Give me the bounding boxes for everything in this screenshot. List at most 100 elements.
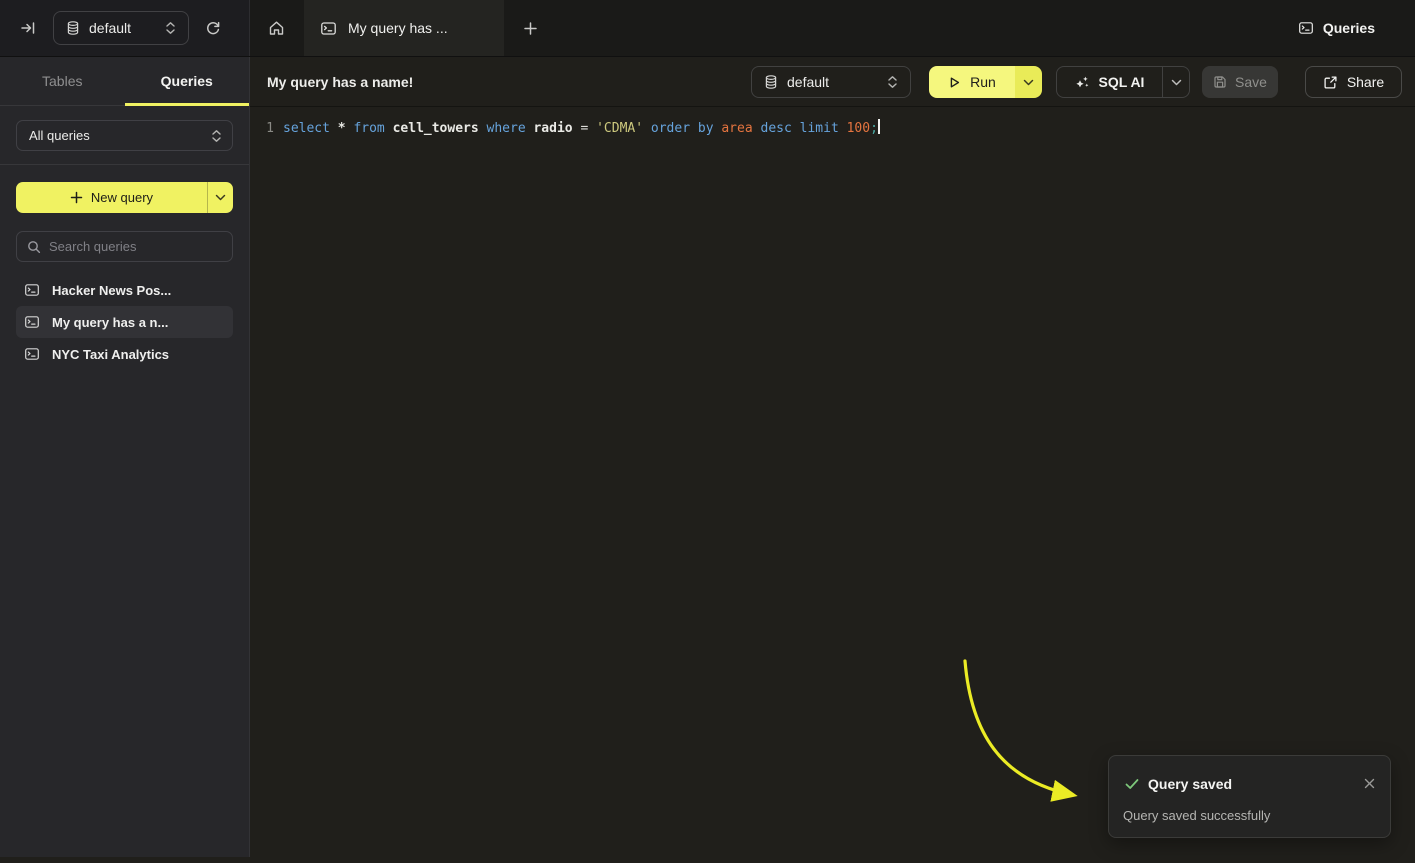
sql-editor[interactable]: 1 select * from cell_towers where radio … bbox=[250, 107, 1415, 139]
terminal-icon bbox=[24, 282, 40, 298]
run-label: Run bbox=[970, 74, 996, 90]
code-token bbox=[792, 121, 800, 136]
sql-ai-button-group: SQL AI bbox=[1056, 66, 1190, 98]
query-list-item-selected[interactable]: My query has a n... bbox=[16, 306, 233, 338]
code-token: * bbox=[338, 121, 346, 136]
save-label: Save bbox=[1235, 74, 1267, 90]
code-token: from bbox=[353, 121, 384, 136]
toast-title: Query saved bbox=[1148, 776, 1232, 792]
sql-ai-label: SQL AI bbox=[1099, 74, 1145, 90]
code-token bbox=[839, 121, 847, 136]
line-number: 1 bbox=[265, 118, 274, 139]
refresh-icon[interactable] bbox=[197, 12, 229, 44]
query-item-label: NYC Taxi Analytics bbox=[52, 347, 169, 362]
code-token bbox=[330, 121, 338, 136]
code-token bbox=[385, 121, 393, 136]
query-list-item[interactable]: NYC Taxi Analytics bbox=[16, 338, 233, 370]
share-button[interactable]: Share bbox=[1305, 66, 1402, 98]
search-queries-box bbox=[16, 231, 233, 262]
code-token: ; bbox=[870, 121, 878, 136]
toast-query-saved: Query saved Query saved successfully bbox=[1108, 755, 1391, 838]
queries-indicator[interactable]: Queries bbox=[1298, 0, 1375, 56]
home-icon[interactable] bbox=[260, 12, 292, 44]
updown-chevron-icon bbox=[887, 75, 898, 89]
code-token: limit bbox=[800, 121, 839, 136]
collapse-sidebar-icon[interactable] bbox=[12, 12, 44, 44]
search-icon bbox=[27, 240, 41, 254]
share-icon bbox=[1323, 75, 1338, 90]
database-icon bbox=[66, 21, 80, 35]
queries-indicator-label: Queries bbox=[1323, 20, 1375, 36]
new-query-button[interactable]: New query bbox=[16, 182, 233, 213]
query-database-selector[interactable]: default bbox=[751, 66, 911, 98]
sql-ai-dropdown[interactable] bbox=[1162, 67, 1189, 97]
sidebar-tab-tables[interactable]: Tables bbox=[0, 57, 125, 105]
play-icon bbox=[948, 76, 961, 89]
topbar-right: My query has ... Queries bbox=[250, 0, 1415, 56]
code-line: select * from cell_towers where radio = … bbox=[283, 118, 880, 139]
run-dropdown[interactable] bbox=[1015, 66, 1042, 98]
toast-message: Query saved successfully bbox=[1123, 808, 1270, 823]
code-token: where bbox=[487, 121, 526, 136]
new-query-label: New query bbox=[91, 190, 153, 205]
share-label: Share bbox=[1347, 74, 1384, 90]
save-button[interactable]: Save bbox=[1202, 66, 1278, 98]
run-button[interactable]: Run bbox=[929, 66, 1015, 98]
save-icon bbox=[1213, 75, 1227, 89]
query-list: Hacker News Pos... My query has a n... N… bbox=[0, 274, 249, 370]
sql-ai-button[interactable]: SQL AI bbox=[1057, 67, 1162, 97]
topbar-left: default bbox=[0, 0, 250, 56]
code-token: area bbox=[721, 121, 752, 136]
new-tab-icon[interactable] bbox=[514, 12, 546, 44]
code-token bbox=[753, 121, 761, 136]
tab-my-query[interactable]: My query has ... bbox=[304, 0, 504, 56]
database-selector-value: default bbox=[89, 20, 156, 36]
query-toolbar: My query has a name! default bbox=[250, 57, 1415, 107]
database-icon bbox=[764, 75, 778, 89]
query-filter-select[interactable]: All queries bbox=[16, 120, 233, 151]
plus-icon bbox=[70, 191, 83, 204]
sidebar: Tables Queries All queries New query bbox=[0, 57, 250, 857]
terminal-icon bbox=[320, 20, 337, 37]
code-token: desc bbox=[761, 121, 792, 136]
code-token bbox=[643, 121, 651, 136]
run-button-group: Run bbox=[929, 66, 1042, 98]
code-token: 100 bbox=[847, 121, 870, 136]
check-icon bbox=[1124, 776, 1140, 792]
sidebar-tab-queries[interactable]: Queries bbox=[125, 57, 250, 105]
sidebar-tabs: Tables Queries bbox=[0, 57, 249, 106]
code-token: radio bbox=[533, 121, 572, 136]
active-tab-underline bbox=[125, 103, 249, 106]
code-token bbox=[690, 121, 698, 136]
new-query-dropdown[interactable] bbox=[207, 182, 233, 213]
sidebar-tab-tables-label: Tables bbox=[42, 73, 82, 89]
code-token: cell_towers bbox=[393, 121, 479, 136]
query-list-item[interactable]: Hacker News Pos... bbox=[16, 274, 233, 306]
editor-line: 1 select * from cell_towers where radio … bbox=[265, 118, 1415, 139]
query-item-label: Hacker News Pos... bbox=[52, 283, 171, 298]
search-queries-input[interactable] bbox=[49, 239, 225, 254]
code-token: select bbox=[283, 121, 330, 136]
query-item-label: My query has a n... bbox=[52, 315, 168, 330]
query-title: My query has a name! bbox=[267, 57, 413, 107]
code-token: 'CDMA' bbox=[596, 121, 643, 136]
query-filter-value: All queries bbox=[29, 128, 202, 143]
close-icon[interactable] bbox=[1360, 774, 1378, 792]
tab-title: My query has ... bbox=[348, 20, 448, 36]
terminal-icon bbox=[1298, 20, 1314, 36]
code-token bbox=[588, 121, 596, 136]
database-selector[interactable]: default bbox=[53, 11, 189, 45]
text-cursor bbox=[878, 119, 880, 134]
sidebar-divider bbox=[0, 164, 249, 165]
terminal-icon bbox=[24, 314, 40, 330]
updown-chevron-icon bbox=[211, 129, 222, 143]
code-token: order bbox=[651, 121, 690, 136]
query-database-value: default bbox=[787, 74, 878, 90]
terminal-icon bbox=[24, 346, 40, 362]
code-token bbox=[479, 121, 487, 136]
topbar: default My que bbox=[0, 0, 1415, 57]
updown-chevron-icon bbox=[165, 21, 176, 35]
sparkles-icon bbox=[1075, 75, 1090, 90]
code-token: by bbox=[698, 121, 714, 136]
new-query-main[interactable]: New query bbox=[16, 190, 207, 205]
